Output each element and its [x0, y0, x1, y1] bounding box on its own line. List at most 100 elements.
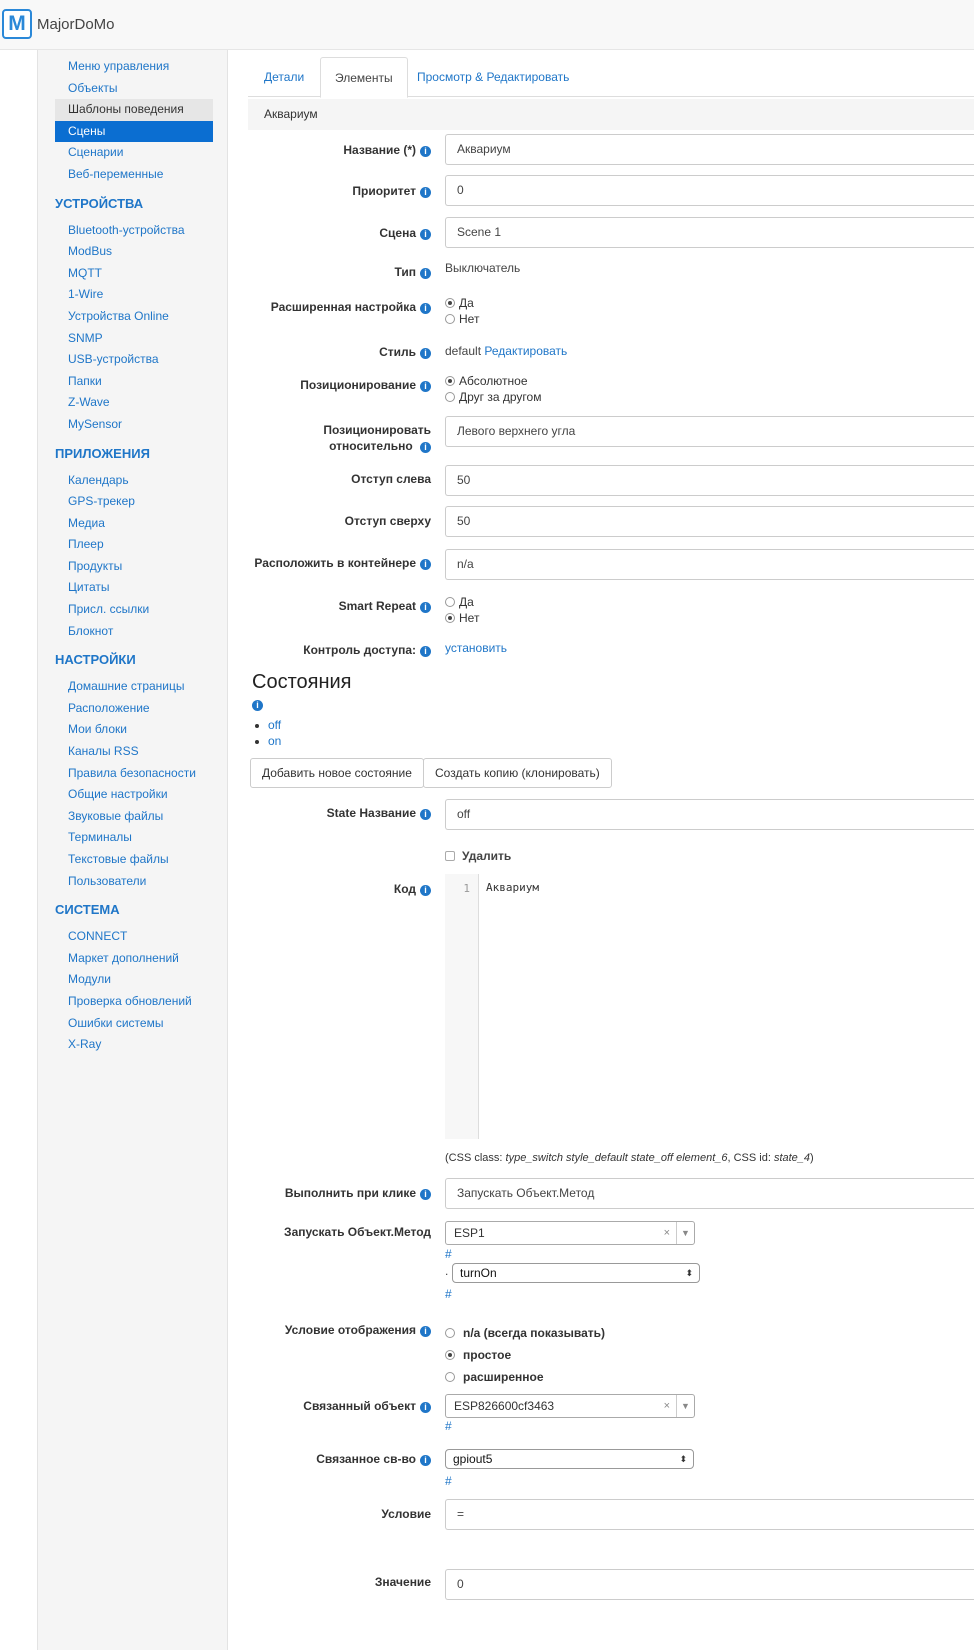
sidebar-item[interactable]: MQTT [55, 263, 213, 285]
info-icon[interactable]: i [420, 646, 431, 657]
info-icon[interactable]: i [420, 381, 431, 392]
sidebar-item[interactable]: Присл. ссылки [55, 599, 213, 621]
sidebar-item[interactable]: Меню управления [55, 56, 213, 78]
positioning-option-absolute[interactable]: Абсолютное [445, 373, 541, 389]
tab-details[interactable]: Детали [250, 57, 318, 97]
state-name-input[interactable]: off [445, 799, 974, 830]
clone-state-button[interactable]: Создать копию (клонировать) [423, 758, 612, 788]
info-icon[interactable]: i [420, 809, 431, 820]
sidebar-item[interactable]: Объекты [55, 78, 213, 100]
sidebar-item[interactable]: Сценарии [55, 142, 213, 164]
sidebar-item[interactable]: Звуковые файлы [55, 806, 213, 828]
radio-button[interactable] [445, 1372, 455, 1382]
display-condition-option-simple[interactable]: простое [445, 1344, 605, 1366]
sidebar-item[interactable]: Модули [55, 969, 213, 991]
linked-property-hash-link[interactable]: # [445, 1474, 452, 1488]
condition-select[interactable]: = [445, 1499, 974, 1530]
info-icon[interactable]: i [420, 559, 431, 570]
sidebar-item[interactable]: USB-устройства [55, 349, 213, 371]
method-select[interactable]: turnOn ⬍ [452, 1263, 700, 1283]
info-icon[interactable]: i [420, 303, 431, 314]
delete-checkbox[interactable] [445, 851, 455, 861]
sidebar-item[interactable]: Bluetooth-устройства [55, 220, 213, 242]
sidebar-item[interactable]: Шаблоны поведения [55, 99, 213, 121]
brand[interactable]: M MajorDoMo [2, 8, 115, 40]
radio-button[interactable] [445, 392, 455, 402]
radio-button[interactable] [445, 613, 455, 623]
clear-icon[interactable]: × [664, 1395, 670, 1417]
sidebar-item[interactable]: Календарь [55, 470, 213, 492]
linked-property-select[interactable]: gpiout5 ⬍ [445, 1449, 694, 1469]
advanced-option-yes[interactable]: Да [445, 295, 479, 311]
info-icon[interactable]: i [420, 348, 431, 359]
info-icon[interactable]: i [420, 442, 431, 453]
info-icon[interactable]: i [420, 1326, 431, 1337]
info-icon[interactable]: i [420, 229, 431, 240]
sidebar-item[interactable]: Домашние страницы [55, 676, 213, 698]
onclick-select[interactable]: Запускать Объект.Метод [445, 1178, 974, 1209]
name-input[interactable]: Аквариум [445, 134, 974, 165]
sidebar-item[interactable]: Продукты [55, 556, 213, 578]
sidebar-item[interactable]: Правила безопасности [55, 763, 213, 785]
sidebar-item[interactable]: Пользователи [55, 871, 213, 893]
access-set-link[interactable]: установить [445, 641, 507, 655]
sidebar-item[interactable]: Блокнот [55, 621, 213, 643]
sidebar-item[interactable]: SNMP [55, 328, 213, 350]
smart-repeat-option-yes[interactable]: Да [445, 594, 479, 610]
info-icon[interactable]: i [420, 1455, 431, 1466]
sidebar-item[interactable]: CONNECT [55, 926, 213, 948]
tab-elements[interactable]: Элементы [320, 57, 408, 98]
info-icon[interactable]: i [252, 700, 263, 711]
sidebar-item[interactable]: 1-Wire [55, 284, 213, 306]
radio-button[interactable] [445, 314, 455, 324]
delete-checkbox-row[interactable]: Удалить [445, 849, 511, 863]
info-icon[interactable]: i [420, 1189, 431, 1200]
sidebar-item[interactable]: Проверка обновлений [55, 991, 213, 1013]
radio-button[interactable] [445, 376, 455, 386]
clear-icon[interactable]: × [664, 1222, 670, 1244]
run-object-hash-link[interactable]: # [445, 1247, 452, 1261]
radio-button[interactable] [445, 1328, 455, 1338]
sidebar-item[interactable]: Текстовые файлы [55, 849, 213, 871]
radio-button[interactable] [445, 597, 455, 607]
smart-repeat-option-no[interactable]: Нет [445, 610, 479, 626]
state-item-on[interactable]: on [254, 734, 281, 748]
sidebar-item[interactable]: ModBus [55, 241, 213, 263]
run-object-select[interactable]: ESP1 × ▼ [445, 1221, 695, 1245]
sidebar-item[interactable]: Плеер [55, 534, 213, 556]
sidebar-item[interactable]: GPS-трекер [55, 491, 213, 513]
sidebar-item[interactable]: Медиа [55, 513, 213, 535]
display-condition-option-extended[interactable]: расширенное [445, 1366, 605, 1388]
code-line[interactable]: Аквариум [486, 881, 539, 894]
advanced-option-no[interactable]: Нет [445, 311, 479, 327]
positioning-option-flow[interactable]: Друг за другом [445, 389, 541, 405]
style-edit-link[interactable]: Редактировать [484, 344, 567, 358]
sidebar-item[interactable]: Устройства Online [55, 306, 213, 328]
radio-button[interactable] [445, 298, 455, 308]
state-item-off[interactable]: off [254, 718, 281, 732]
method-hash-link[interactable]: # [445, 1287, 452, 1301]
priority-input[interactable]: 0 [445, 175, 974, 206]
position-relative-select[interactable]: Левого верхнего угла [445, 416, 974, 447]
radio-button[interactable] [445, 1350, 455, 1360]
dropdown-arrow-icon[interactable]: ▼ [676, 1222, 694, 1244]
sidebar-item[interactable]: Веб-переменные [55, 164, 213, 186]
left-offset-input[interactable]: 50 [445, 465, 974, 496]
sidebar-section-header[interactable]: ПРИЛОЖЕНИЯ [38, 438, 227, 470]
add-state-button[interactable]: Добавить новое состояние [250, 758, 424, 788]
info-icon[interactable]: i [420, 268, 431, 279]
linked-object-select[interactable]: ESP826600cf3463 × ▼ [445, 1394, 695, 1418]
info-icon[interactable]: i [420, 187, 431, 198]
sidebar-item[interactable]: Цитаты [55, 577, 213, 599]
sidebar-section-header[interactable]: НАСТРОЙКИ [38, 644, 227, 676]
sidebar-item[interactable]: X-Ray [55, 1034, 213, 1056]
scene-select[interactable]: Scene 1 [445, 217, 974, 248]
sidebar-item[interactable]: Папки [55, 371, 213, 393]
sidebar-item[interactable]: Сцены [55, 120, 213, 143]
sidebar-item[interactable]: Каналы RSS [55, 741, 213, 763]
info-icon[interactable]: i [420, 1402, 431, 1413]
display-condition-option-na[interactable]: n/a (всегда показывать) [445, 1322, 605, 1344]
sidebar-item[interactable]: Ошибки системы [55, 1013, 213, 1035]
sidebar-item[interactable]: Расположение [55, 698, 213, 720]
sidebar-item[interactable]: Общие настройки [55, 784, 213, 806]
